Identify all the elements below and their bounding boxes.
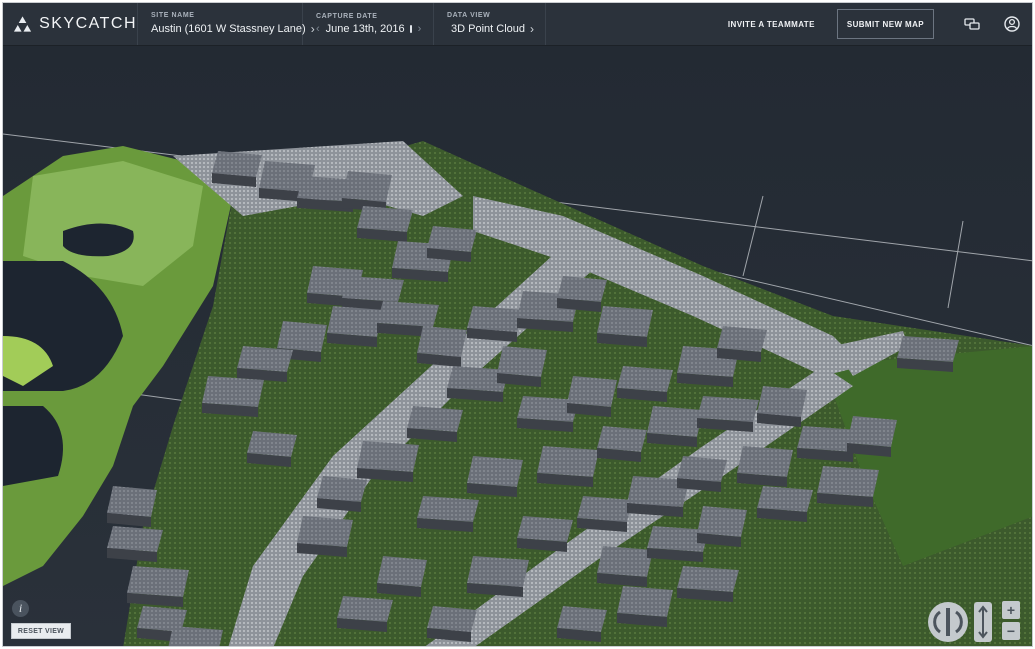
house xyxy=(597,426,647,452)
top-bar: SKYCATCH SITE NAME Austin (1601 W Stassn… xyxy=(3,3,1032,46)
house xyxy=(357,206,413,232)
house xyxy=(327,306,383,337)
point-cloud-scene[interactable] xyxy=(3,46,1033,647)
house xyxy=(467,456,523,487)
house xyxy=(237,346,293,372)
house xyxy=(127,566,189,597)
house xyxy=(297,516,353,547)
house xyxy=(847,416,897,447)
chat-icon[interactable] xyxy=(952,3,992,45)
site-value: Austin (1601 W Stassney Lane) xyxy=(151,23,306,35)
house xyxy=(247,431,297,457)
house xyxy=(817,466,879,497)
house xyxy=(107,526,163,552)
house xyxy=(677,456,727,482)
house xyxy=(557,276,607,302)
house xyxy=(277,321,327,352)
house xyxy=(317,476,367,502)
house xyxy=(647,406,703,437)
house xyxy=(617,586,673,617)
house xyxy=(757,386,807,417)
info-button[interactable]: i xyxy=(12,600,29,617)
house xyxy=(427,606,477,632)
house xyxy=(467,556,529,587)
data-view-value: 3D Point Cloud xyxy=(451,23,525,35)
house xyxy=(617,366,673,392)
house xyxy=(342,171,392,202)
site-selector[interactable]: SITE NAME Austin (1601 W Stassney Lane) … xyxy=(138,3,315,45)
site-label: SITE NAME xyxy=(151,12,195,19)
house xyxy=(597,546,653,577)
house xyxy=(567,376,617,407)
skycatch-logo-icon xyxy=(13,16,32,32)
chevron-left-icon[interactable]: ‹ xyxy=(316,23,320,35)
user-account-icon[interactable] xyxy=(992,3,1032,45)
house xyxy=(342,276,404,302)
navigation-controls: + − xyxy=(928,601,1020,643)
capture-date-selector[interactable]: CAPTURE DATE ‹ June 13th, 2016 › xyxy=(303,3,434,45)
house xyxy=(757,486,813,512)
house xyxy=(377,301,439,327)
house xyxy=(417,326,467,357)
calendar-icon[interactable] xyxy=(409,25,412,33)
house xyxy=(697,506,747,537)
capture-date-value: June 13th, 2016 xyxy=(325,23,405,35)
house xyxy=(212,151,262,177)
zoom-controls: + − xyxy=(1002,601,1020,643)
data-view-label: DATA VIEW xyxy=(447,12,491,19)
chevron-right-icon[interactable]: › xyxy=(418,23,422,35)
brand[interactable]: SKYCATCH xyxy=(3,3,138,45)
house xyxy=(467,306,523,332)
house xyxy=(517,516,573,542)
rotate-icon[interactable] xyxy=(928,602,968,642)
house xyxy=(677,566,739,592)
house xyxy=(357,441,419,472)
zoom-in-button[interactable]: + xyxy=(1002,601,1020,619)
house xyxy=(577,496,633,522)
app-window: SKYCATCH SITE NAME Austin (1601 W Stassn… xyxy=(2,2,1033,647)
house xyxy=(202,376,264,407)
house xyxy=(497,346,547,377)
reset-view-button[interactable]: RESET VIEW xyxy=(11,623,71,639)
house xyxy=(537,446,599,477)
house xyxy=(597,306,653,337)
house xyxy=(427,226,477,252)
capture-date-label: CAPTURE DATE xyxy=(316,13,378,20)
house xyxy=(557,606,607,632)
3d-point-cloud-view[interactable] xyxy=(3,46,1033,647)
house xyxy=(107,486,157,517)
house xyxy=(717,326,767,352)
house xyxy=(417,496,479,522)
zoom-out-button[interactable]: − xyxy=(1002,622,1020,640)
house xyxy=(897,336,959,362)
chevron-right-icon: › xyxy=(530,22,534,36)
tilt-icon[interactable] xyxy=(974,602,992,642)
invite-teammate-link[interactable]: INVITE A TEAMMATE xyxy=(706,3,837,45)
house xyxy=(697,396,759,422)
submit-new-map-button[interactable]: SUBMIT NEW MAP xyxy=(836,9,934,39)
data-view-selector[interactable]: DATA VIEW 3D Point Cloud › xyxy=(434,3,546,45)
house xyxy=(377,556,427,587)
brand-name: SKYCATCH xyxy=(39,15,137,32)
house xyxy=(337,596,393,622)
house xyxy=(737,446,793,477)
house xyxy=(407,406,463,432)
